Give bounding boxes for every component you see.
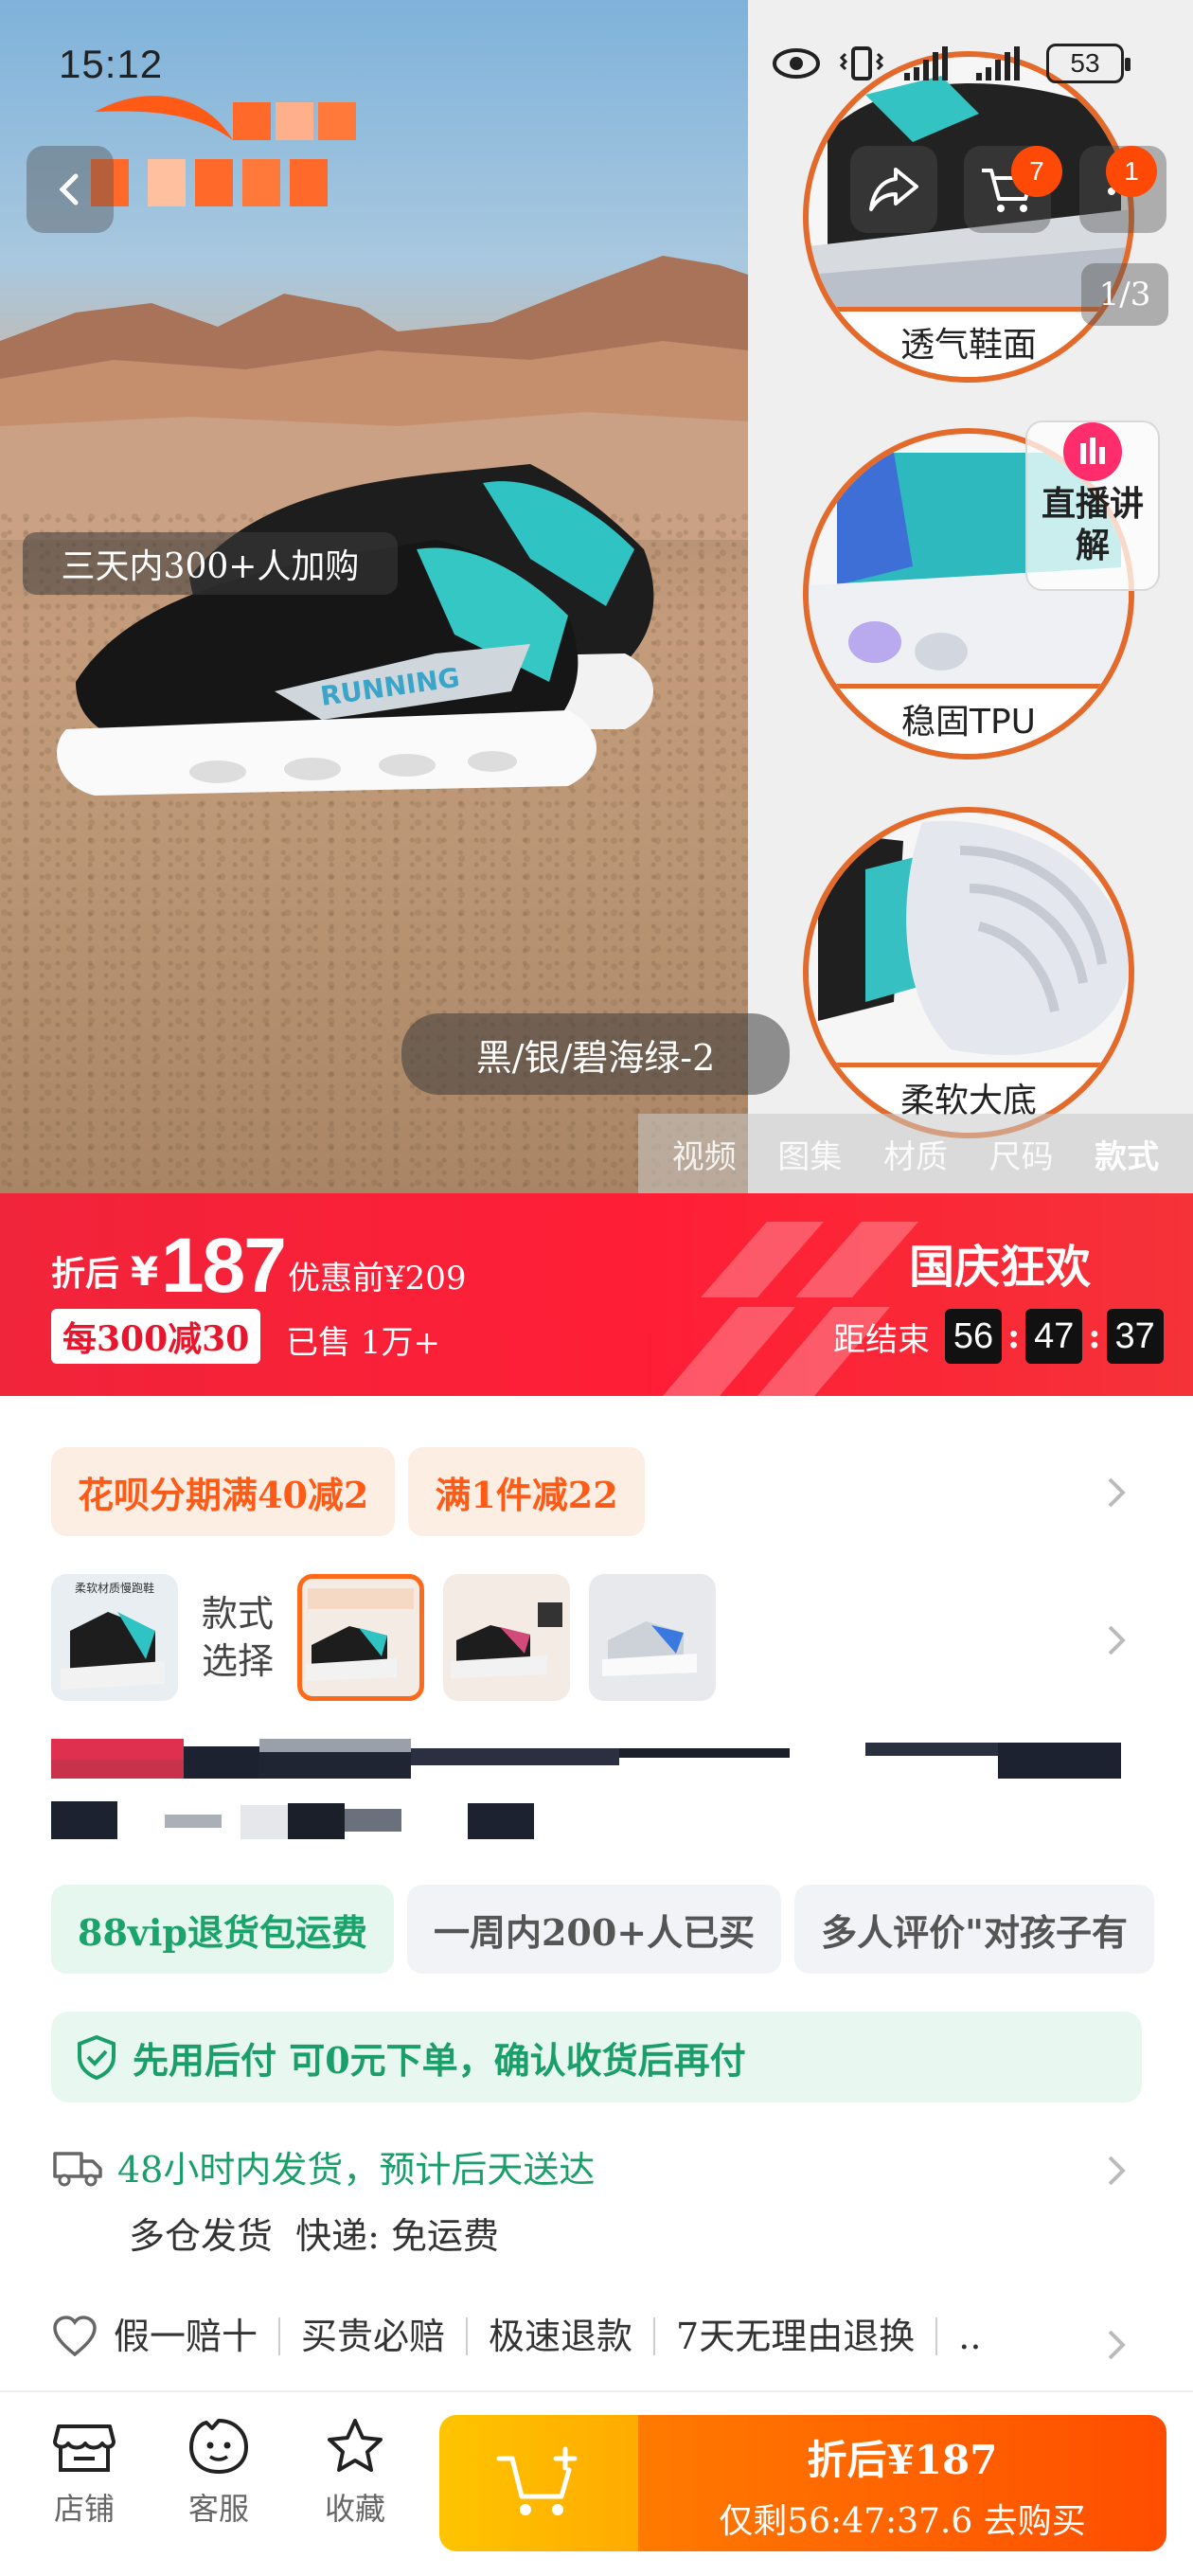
detail-sole-circle[interactable]: 柔软大底 [803,807,1134,1138]
style-selector[interactable]: 柔软材质慢跑鞋 款式 选择 [51,1574,716,1701]
tab-gallery[interactable]: 图集 [777,1131,842,1177]
brand-logo [91,96,356,206]
add-cart-icon [496,2446,578,2515]
eye-icon [773,48,820,79]
image-counter: 1/3 [1081,263,1168,326]
countdown-minutes: 47 [1025,1309,1083,1364]
signal-icon-2 [976,46,1020,80]
shoe-pair-image: RUNNING [57,464,654,796]
guarantee-item: 假一赔十 [114,2316,258,2357]
countdown-label: 距结束 [833,1320,930,1359]
price-banner: 折后 ¥ 187 优惠前¥209 每300减30 已售 1万+ 国庆狂欢 距结束… [0,1193,1193,1396]
currency-symbol: ¥ [131,1248,159,1295]
buy-now-button[interactable]: 折后¥187 仅剩56:47:37.6 去购买 [638,2415,1166,2551]
countdown-separator: : [1088,1316,1101,1356]
detail-label: 透气鞋面 [809,307,1129,377]
style-label-line2: 选择 [201,1640,274,1682]
countdown-hours: 56 [945,1309,1002,1364]
tag-reviews[interactable]: 多人评价"对孩子有 [794,1885,1154,1974]
guarantee-item: .. [935,2317,1002,2355]
guarantee-row[interactable]: 假一赔十 买贵必赔 极速退款 7天无理由退换 .. [51,2315,1002,2358]
style-thumbnail[interactable]: 柔软材质慢跑鞋 [51,1574,178,1701]
shoe-thumbnail [61,1612,165,1690]
countdown-separator: : [1007,1316,1021,1356]
shipping-details: 多仓发货 快递: 免运费 [129,2215,500,2257]
signal-icon [904,46,948,80]
chevron-right-icon[interactable] [1098,1474,1136,1512]
shoe-thumbnail [602,1621,697,1676]
sold-count: 已售 1万+ [286,1324,440,1362]
tab-style[interactable]: 款式 [1095,1131,1159,1177]
guarantee-item: 7天无理由退换 [653,2317,935,2355]
promo-discount[interactable]: 满1件减22 [408,1447,645,1536]
original-price: 优惠前¥209 [288,1260,467,1297]
status-icons: 53 [772,40,1131,87]
heart-icon [53,2316,97,2357]
live-stream-button[interactable]: 直播讲解 [1025,420,1160,591]
added-to-cart-chip: 三天内300+人加购 [23,532,398,595]
chevron-left-icon [59,173,79,206]
favorite-label: 收藏 [324,2491,385,2527]
buy-countdown: 仅剩56:47:37.6 去购买 [719,2502,1086,2541]
tag-weekly-buyers[interactable]: 一周内200+人已买 [406,1885,782,1974]
promo-row[interactable]: 花呗分期满40减2 满1件减22 [51,1447,645,1536]
guarantee-item: 买贵必赔 [278,2317,466,2355]
store-icon [53,2424,116,2472]
style-thumbnail[interactable] [443,1574,570,1701]
cart-count-badge: 7 [1011,146,1062,197]
shipping-time: 48小时内发货，预计后天送达 [117,2149,596,2191]
guarantee-item: 极速退款 [466,2317,653,2355]
add-to-cart-button[interactable] [439,2415,638,2551]
vibrate-icon [840,46,883,80]
buy-price: 折后¥187 [807,2437,998,2483]
shop-button[interactable]: 店铺 [32,2415,136,2529]
event-title: 国庆狂欢 [909,1241,1092,1294]
service-label: 客服 [187,2491,249,2527]
share-icon [869,168,918,211]
tag-return-shipping[interactable]: 88vip退货包运费 [51,1885,394,1974]
color-name-chip[interactable]: 黑/银/碧海绿-2 [401,1013,790,1095]
chevron-right-icon[interactable] [1098,2152,1136,2190]
pay-later-text: 先用后付 可0元下单，确认收货后再付 [133,2038,746,2082]
star-icon [328,2419,383,2472]
discount-label: 折后 [51,1254,120,1294]
shoe-thumbnail [306,1588,414,1681]
chevron-right-icon[interactable] [1098,1621,1136,1659]
favorite-button[interactable]: 收藏 [303,2415,407,2529]
coupon-badge[interactable]: 每300减30 [51,1309,261,1364]
message-count-badge: 1 [1106,146,1157,197]
product-title-redacted [51,1739,1121,1839]
pay-later-banner[interactable]: 先用后付 可0元下单，确认收货后再付 [51,2012,1142,2102]
status-time: 15:12 [59,42,164,86]
tab-size[interactable]: 尺码 [989,1131,1054,1177]
live-label: 直播讲解 [1041,484,1144,565]
tab-material[interactable]: 材质 [883,1131,948,1177]
detail-label: 稳固TPU [809,684,1129,754]
live-bars-icon [1063,422,1122,481]
style-thumbnail-selected[interactable] [297,1574,424,1701]
truck-icon [53,2151,102,2186]
service-face-icon [189,2419,248,2474]
tab-video[interactable]: 视频 [672,1131,737,1177]
countdown-seconds: 37 [1106,1309,1164,1364]
shipping-row[interactable]: 48小时内发货，预计后天送达 [51,2140,595,2192]
tags-row: 88vip退货包运费 一周内200+人已买 多人评价"对孩子有 [51,1885,1154,1974]
battery-indicator: 53 [1046,44,1131,83]
promo-installment[interactable]: 花呗分期满40减2 [51,1447,396,1536]
countdown: 距结束 56 : 47 : 37 [833,1307,1164,1366]
customer-service-button[interactable]: 客服 [167,2415,271,2529]
share-button[interactable] [850,146,937,233]
back-button[interactable] [27,146,114,233]
buy-button-group: 折后¥187 仅剩56:47:37.6 去购买 [439,2415,1166,2551]
shop-label: 店铺 [53,2491,115,2527]
shield-check-icon [78,2034,116,2080]
discount-price: 187 [161,1223,287,1309]
chevron-right-icon[interactable] [1098,2326,1136,2364]
media-tabs: 视频 图集 材质 尺码 款式 [638,1114,1193,1193]
shoe-thumbnail [451,1602,562,1678]
style-select-label: 款式 选择 [197,1590,278,1685]
style-label-line1: 款式 [201,1593,274,1635]
style-thumbnail[interactable] [589,1574,716,1701]
